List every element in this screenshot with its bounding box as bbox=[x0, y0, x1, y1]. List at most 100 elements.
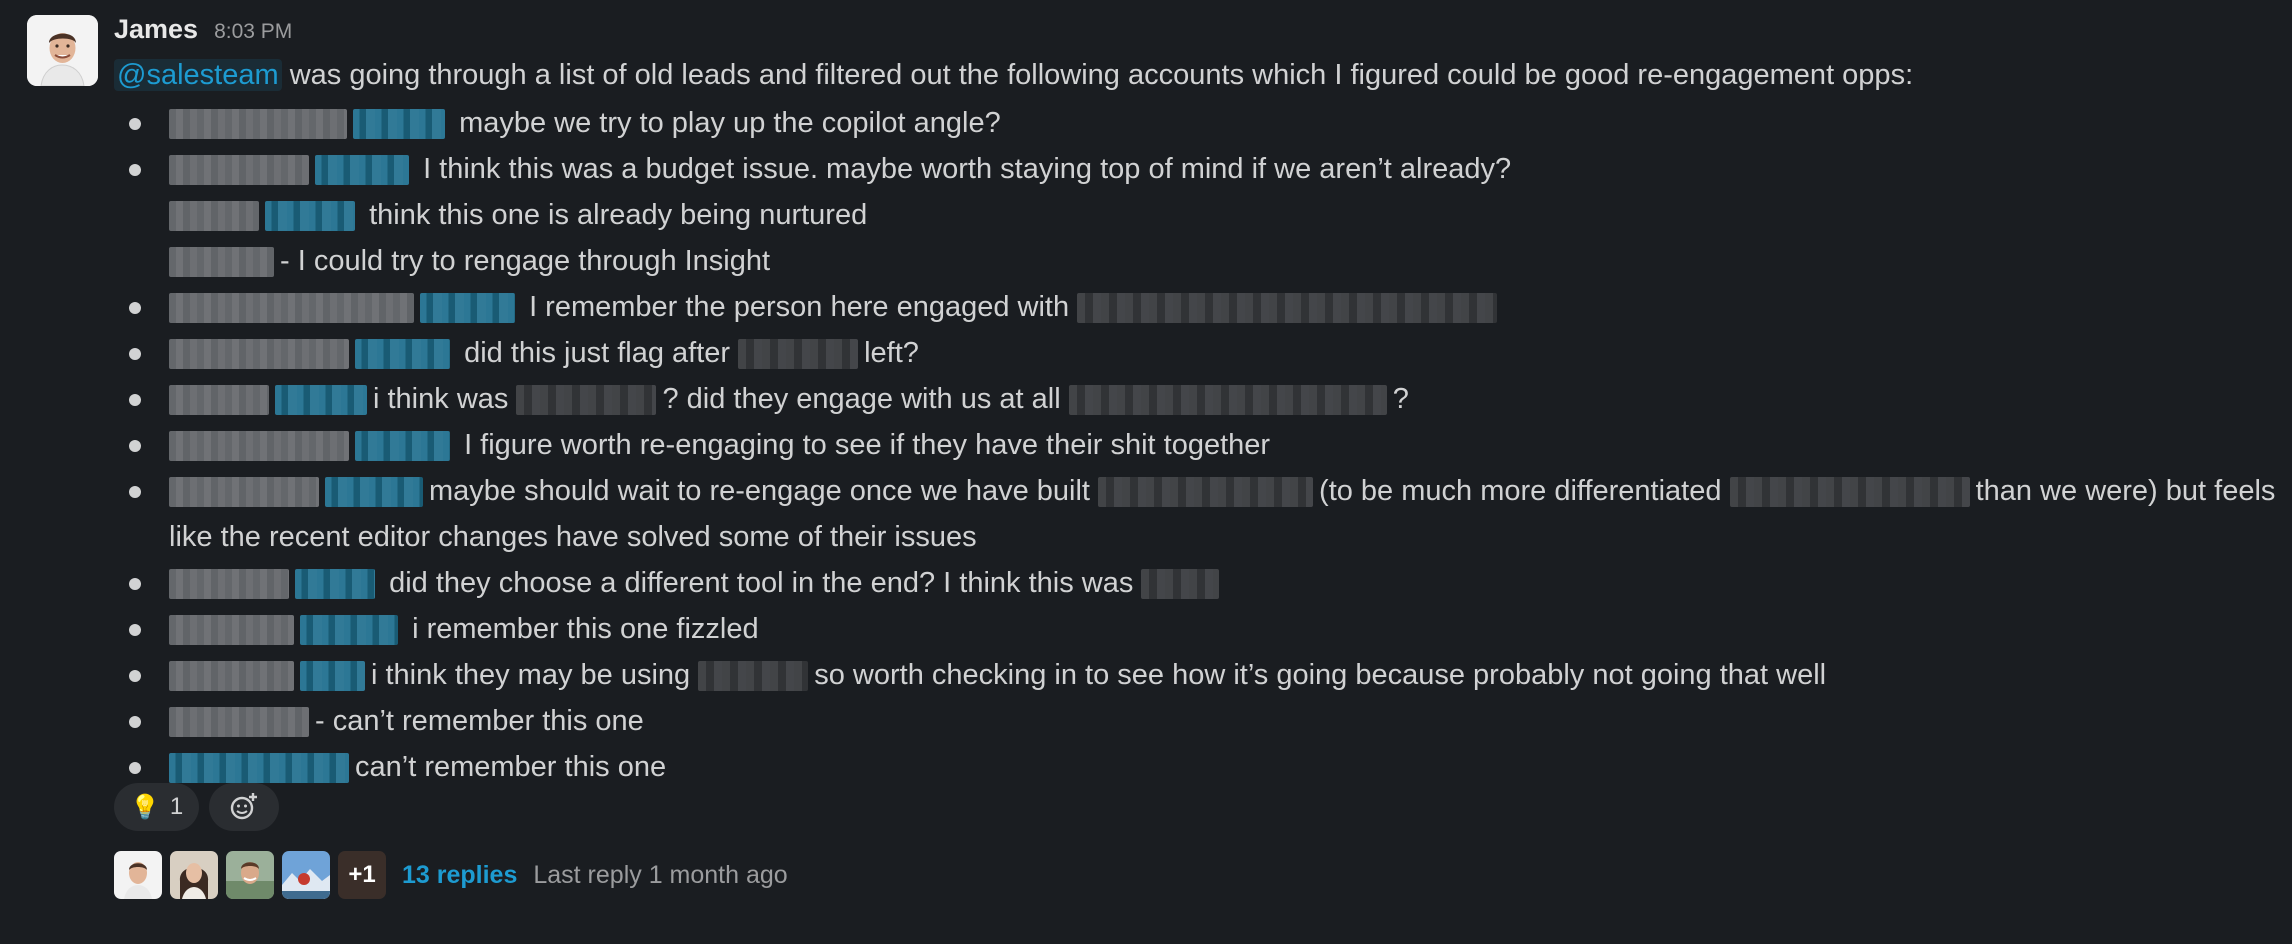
item-note: i think they may be using bbox=[371, 659, 691, 691]
item-note: can’t remember this one bbox=[355, 751, 667, 783]
redacted-company bbox=[169, 385, 269, 416]
redacted-text bbox=[698, 661, 809, 692]
bullet bbox=[129, 164, 141, 176]
list-item: i remember this one fizzled bbox=[114, 606, 2292, 652]
redacted-link[interactable] bbox=[169, 753, 349, 784]
list-item: think this one is already being nurtured bbox=[114, 192, 2292, 238]
intro-text: was going through a list of old leads an… bbox=[289, 59, 1914, 91]
thread-summary[interactable]: +1 13 replies Last reply 1 month ago bbox=[114, 851, 788, 899]
redacted-link[interactable] bbox=[420, 293, 515, 324]
bullet bbox=[129, 486, 141, 498]
redacted-link[interactable] bbox=[353, 109, 445, 140]
redacted-company bbox=[169, 293, 414, 324]
item-note: left? bbox=[864, 337, 919, 369]
author-avatar-image bbox=[27, 15, 98, 86]
bullet bbox=[129, 762, 141, 774]
item-note: I think this was a budget issue. maybe w… bbox=[423, 153, 1512, 185]
message-intro: @salesteam was going through a list of o… bbox=[114, 55, 1913, 95]
item-note: I figure worth re-engaging to see if the… bbox=[464, 429, 1271, 461]
item-note: so worth checking in to see how it’s goi… bbox=[814, 659, 1827, 691]
list-item: i think was ? did they engage with us at… bbox=[114, 376, 2292, 422]
redacted-company bbox=[169, 431, 349, 462]
item-note: did this just flag after bbox=[464, 337, 731, 369]
participant-avatar bbox=[170, 851, 218, 899]
reactions-bar: 💡 1 bbox=[114, 783, 280, 831]
redacted-link[interactable] bbox=[315, 155, 409, 186]
redacted-text bbox=[738, 339, 859, 370]
author-name[interactable]: James bbox=[114, 14, 198, 45]
redacted-text bbox=[1068, 385, 1387, 416]
redacted-company bbox=[169, 707, 309, 738]
redacted-text bbox=[1077, 293, 1498, 324]
redacted-company bbox=[169, 201, 259, 232]
reaction-lightbulb[interactable]: 💡 1 bbox=[114, 783, 200, 831]
item-note: i remember this one fizzled bbox=[412, 613, 759, 645]
redacted-text bbox=[1729, 477, 1970, 508]
bullet bbox=[129, 256, 141, 268]
list-item: - can’t remember this one bbox=[114, 698, 2292, 744]
list-item: did they choose a different tool in the … bbox=[114, 560, 2292, 606]
more-participants-badge: +1 bbox=[338, 851, 386, 899]
replies-link[interactable]: 13 replies bbox=[402, 861, 517, 890]
message-header: James 8:03 PM bbox=[114, 14, 292, 48]
item-note: ? did they engage with us at all bbox=[662, 383, 1061, 415]
item-note: maybe should wait to re-engage once we h… bbox=[429, 475, 1090, 507]
reaction-count: 1 bbox=[169, 793, 184, 820]
redacted-company bbox=[169, 569, 289, 600]
redacted-company bbox=[169, 661, 294, 692]
redacted-text bbox=[1141, 569, 1220, 600]
redacted-company bbox=[169, 155, 309, 186]
redacted-link[interactable] bbox=[275, 385, 367, 416]
list-item: maybe should wait to re-engage once we h… bbox=[114, 468, 2292, 560]
item-note: ? bbox=[1392, 383, 1409, 415]
item-note: I remember the person here engaged with bbox=[529, 291, 1070, 323]
redacted-link[interactable] bbox=[355, 339, 450, 370]
list-item: can’t remember this one bbox=[114, 744, 2292, 790]
redacted-company bbox=[169, 109, 347, 140]
list-item: i think they may be using so worth check… bbox=[114, 652, 2292, 698]
list-item: maybe we try to play up the copilot angl… bbox=[114, 100, 2292, 146]
redacted-text bbox=[516, 385, 657, 416]
redacted-link[interactable] bbox=[300, 661, 365, 692]
item-note: did they choose a different tool in the … bbox=[389, 567, 1134, 599]
redacted-company bbox=[169, 615, 294, 646]
add-reaction-icon bbox=[231, 793, 258, 820]
redacted-link[interactable] bbox=[355, 431, 450, 462]
bullet bbox=[129, 394, 141, 406]
bullet bbox=[129, 348, 141, 360]
list-item: I remember the person here engaged with bbox=[114, 284, 2292, 330]
item-note: maybe we try to play up the copilot angl… bbox=[459, 107, 1001, 139]
bullet bbox=[129, 302, 141, 314]
redacted-text bbox=[1098, 477, 1314, 508]
list-item: I figure worth re-engaging to see if the… bbox=[114, 422, 2292, 468]
redacted-link[interactable] bbox=[295, 569, 375, 600]
message: James 8:03 PM @salesteam was going throu… bbox=[0, 0, 2292, 944]
lightbulb-icon: 💡 bbox=[130, 793, 160, 821]
item-note: - I could try to rengage through Insight bbox=[280, 245, 771, 277]
item-note: i think was bbox=[373, 383, 509, 415]
leads-list: maybe we try to play up the copilot angl… bbox=[114, 100, 2292, 790]
item-note: - can’t remember this one bbox=[315, 705, 644, 737]
author-avatar[interactable] bbox=[27, 15, 98, 86]
list-item: I think this was a budget issue. maybe w… bbox=[114, 146, 2292, 192]
bullet bbox=[129, 440, 141, 452]
last-reply-text: Last reply 1 month ago bbox=[533, 860, 788, 889]
mention-salesteam[interactable]: @salesteam bbox=[114, 59, 282, 91]
bullet bbox=[129, 670, 141, 682]
add-reaction-button[interactable] bbox=[209, 783, 280, 831]
bullet bbox=[129, 210, 141, 222]
redacted-company bbox=[169, 339, 349, 370]
list-item: - I could try to rengage through Insight bbox=[114, 238, 2292, 284]
redacted-company bbox=[169, 477, 319, 508]
item-note: think this one is already being nurtured bbox=[369, 199, 868, 231]
participant-avatar bbox=[226, 851, 274, 899]
bullet bbox=[129, 716, 141, 728]
list-item: did this just flag after left? bbox=[114, 330, 2292, 376]
bullet bbox=[129, 578, 141, 590]
item-note: (to be much more differentiated bbox=[1319, 475, 1722, 507]
redacted-company bbox=[169, 247, 274, 278]
redacted-link[interactable] bbox=[325, 477, 423, 508]
redacted-link[interactable] bbox=[300, 615, 398, 646]
message-timestamp[interactable]: 8:03 PM bbox=[214, 20, 292, 44]
redacted-link[interactable] bbox=[265, 201, 355, 232]
